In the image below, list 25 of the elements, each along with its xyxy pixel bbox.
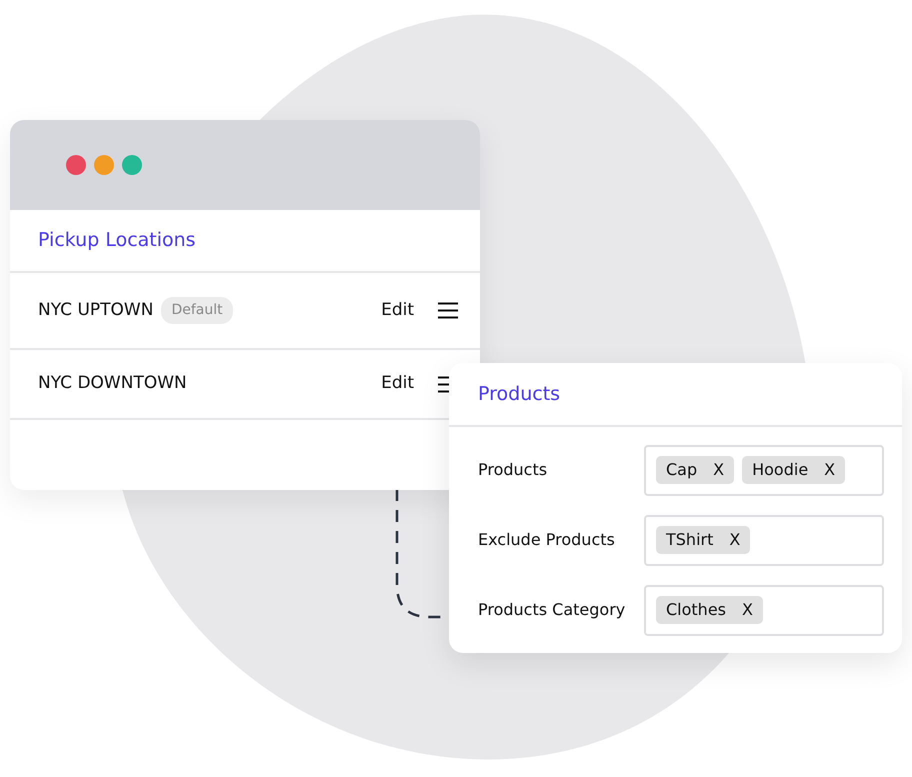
- location-name: NYC DOWNTOWN: [38, 372, 187, 396]
- remove-tag-button[interactable]: X: [713, 458, 724, 482]
- field-label: Products: [478, 459, 548, 481]
- tag-label: Cap: [666, 459, 698, 481]
- location-name: NYC UPTOWN: [38, 298, 154, 322]
- window-control-dot[interactable]: [122, 155, 142, 175]
- edit-link[interactable]: Edit: [381, 371, 414, 397]
- panel-title: Products: [478, 382, 560, 407]
- default-badge: Default: [161, 297, 233, 324]
- tag-input-field[interactable]: Clothes X: [644, 584, 884, 636]
- remove-tag-button[interactable]: X: [824, 458, 836, 482]
- menu-icon[interactable]: [438, 302, 458, 319]
- tag-label: TShirt: [666, 529, 714, 551]
- remove-tag-button[interactable]: X: [729, 528, 740, 552]
- window-control-dot[interactable]: [94, 155, 114, 175]
- remove-tag-button[interactable]: X: [742, 598, 753, 622]
- field-label: Exclude Products: [478, 529, 616, 551]
- panel-title: Pickup Locations: [38, 228, 196, 254]
- tag-label: Hoodie: [752, 459, 808, 481]
- tag-label: Clothes: [666, 599, 726, 621]
- field-label: Products Category: [478, 599, 626, 621]
- tag-input-field[interactable]: TShirt X: [644, 514, 884, 566]
- window-control-dot[interactable]: [66, 155, 86, 175]
- tag-input-field[interactable]: Cap X Hoodie X: [644, 444, 884, 496]
- edit-link[interactable]: Edit: [381, 298, 414, 324]
